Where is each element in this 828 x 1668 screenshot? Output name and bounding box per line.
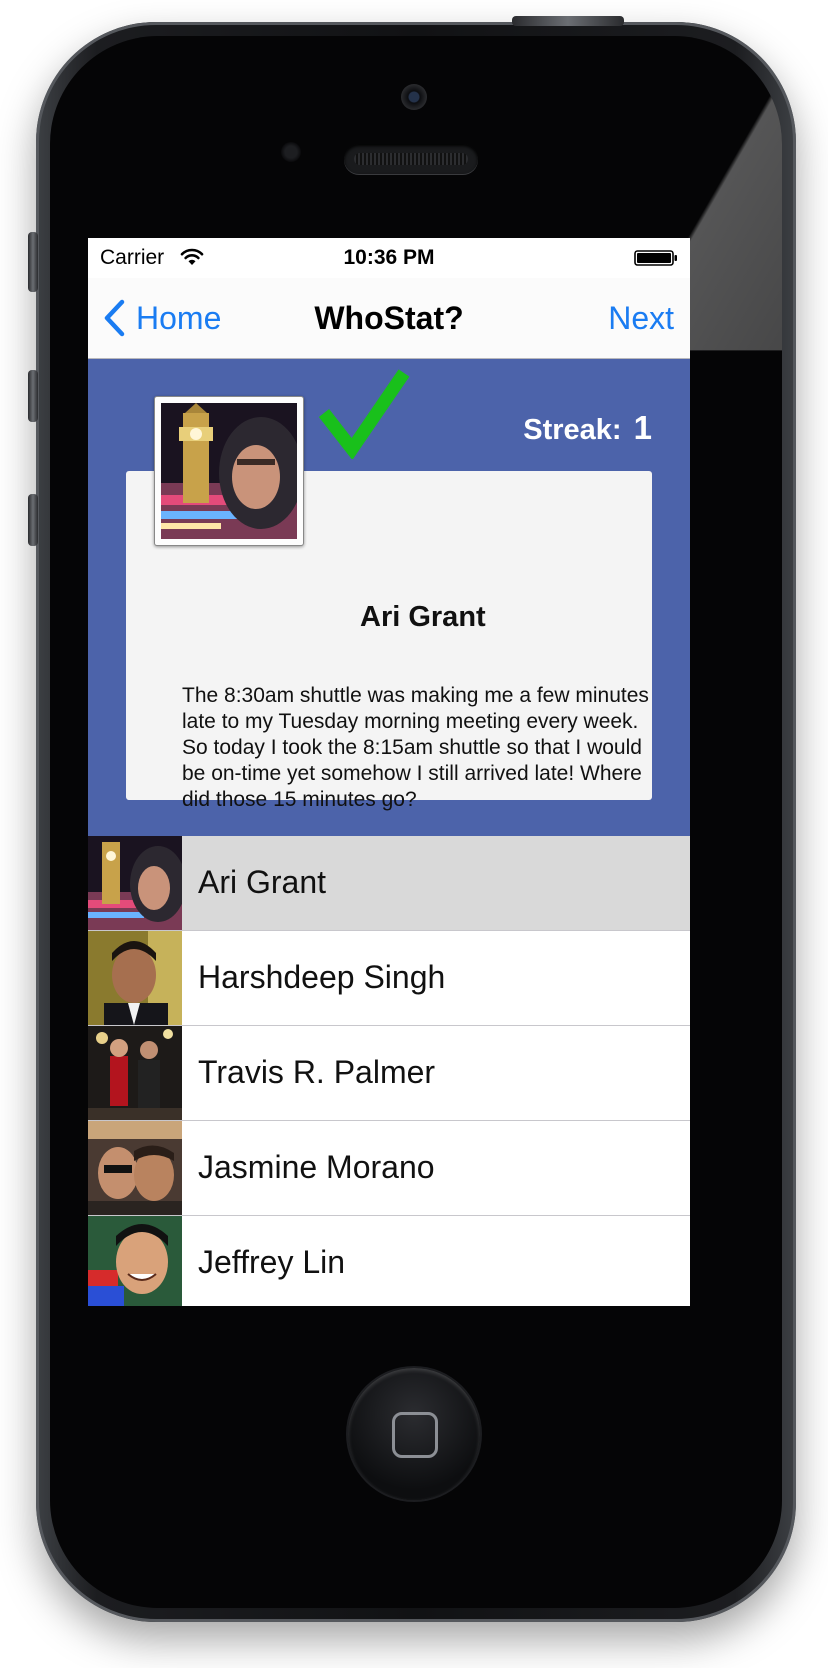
friend-avatar (88, 931, 182, 1025)
friend-option[interactable]: Harshdeep Singh (88, 931, 690, 1026)
friend-name: Jeffrey Lin (198, 1244, 346, 1280)
friend-avatar (88, 836, 182, 930)
friend-name: Travis R. Palmer (198, 1054, 436, 1090)
status-time: 10:36 PM (343, 246, 435, 269)
streak-counter: Streak: 1 (523, 409, 652, 447)
friend-option[interactable]: Jasmine Morano (88, 1121, 690, 1216)
earpiece-speaker (344, 144, 478, 174)
power-button (512, 16, 624, 26)
friend-photo (88, 931, 182, 1025)
friend-name: Jasmine Morano (198, 1149, 435, 1185)
friend-avatar (88, 1121, 182, 1215)
home-square-icon (392, 1412, 438, 1458)
streak-label: Streak: (523, 414, 622, 446)
friend-option[interactable]: Jeffrey Lin (88, 1216, 690, 1306)
friend-photo (88, 1216, 182, 1306)
volume-up-button (28, 370, 38, 422)
front-camera (401, 84, 427, 110)
app-screen: Carrier 10:36 PM Home WhoStat? Next Stre… (88, 238, 690, 1306)
next-button[interactable]: Next (608, 300, 674, 337)
checkmark-icon (318, 369, 410, 459)
friend-photo (88, 1026, 182, 1120)
avatar-photo (161, 403, 297, 539)
status-text: The 8:30am shuttle was making me a few m… (182, 684, 649, 811)
mute-switch (28, 232, 38, 292)
friend-name: Ari Grant (198, 864, 327, 900)
friend-option[interactable]: Ari Grant (88, 836, 690, 931)
navigation-bar: Home WhoStat? Next (88, 278, 690, 359)
status-bar: Carrier 10:36 PM (88, 238, 690, 278)
friend-avatar (88, 1026, 182, 1120)
friend-choice-list: Ari Grant Harshdeep Singh Travis R. Palm… (88, 836, 690, 1306)
volume-down-button (28, 494, 38, 546)
friend-photo (88, 836, 182, 930)
friend-name: Harshdeep Singh (198, 959, 446, 995)
battery-icon (634, 250, 677, 266)
author-name: Ari Grant (360, 601, 486, 633)
friend-option[interactable]: Travis R. Palmer (88, 1026, 690, 1121)
back-button[interactable]: Home (102, 298, 221, 338)
avatar (161, 403, 297, 539)
home-button[interactable] (348, 1368, 480, 1500)
friend-avatar (88, 1216, 182, 1306)
friend-photo (88, 1121, 182, 1215)
back-button-label: Home (136, 299, 222, 336)
author-avatar (154, 396, 304, 546)
quiz-panel: Streak: 1 Ari Grant The 8:30am shuttle w… (88, 359, 690, 836)
streak-value: 1 (633, 409, 652, 446)
proximity-sensor (281, 142, 301, 162)
chevron-left-icon (104, 299, 125, 337)
